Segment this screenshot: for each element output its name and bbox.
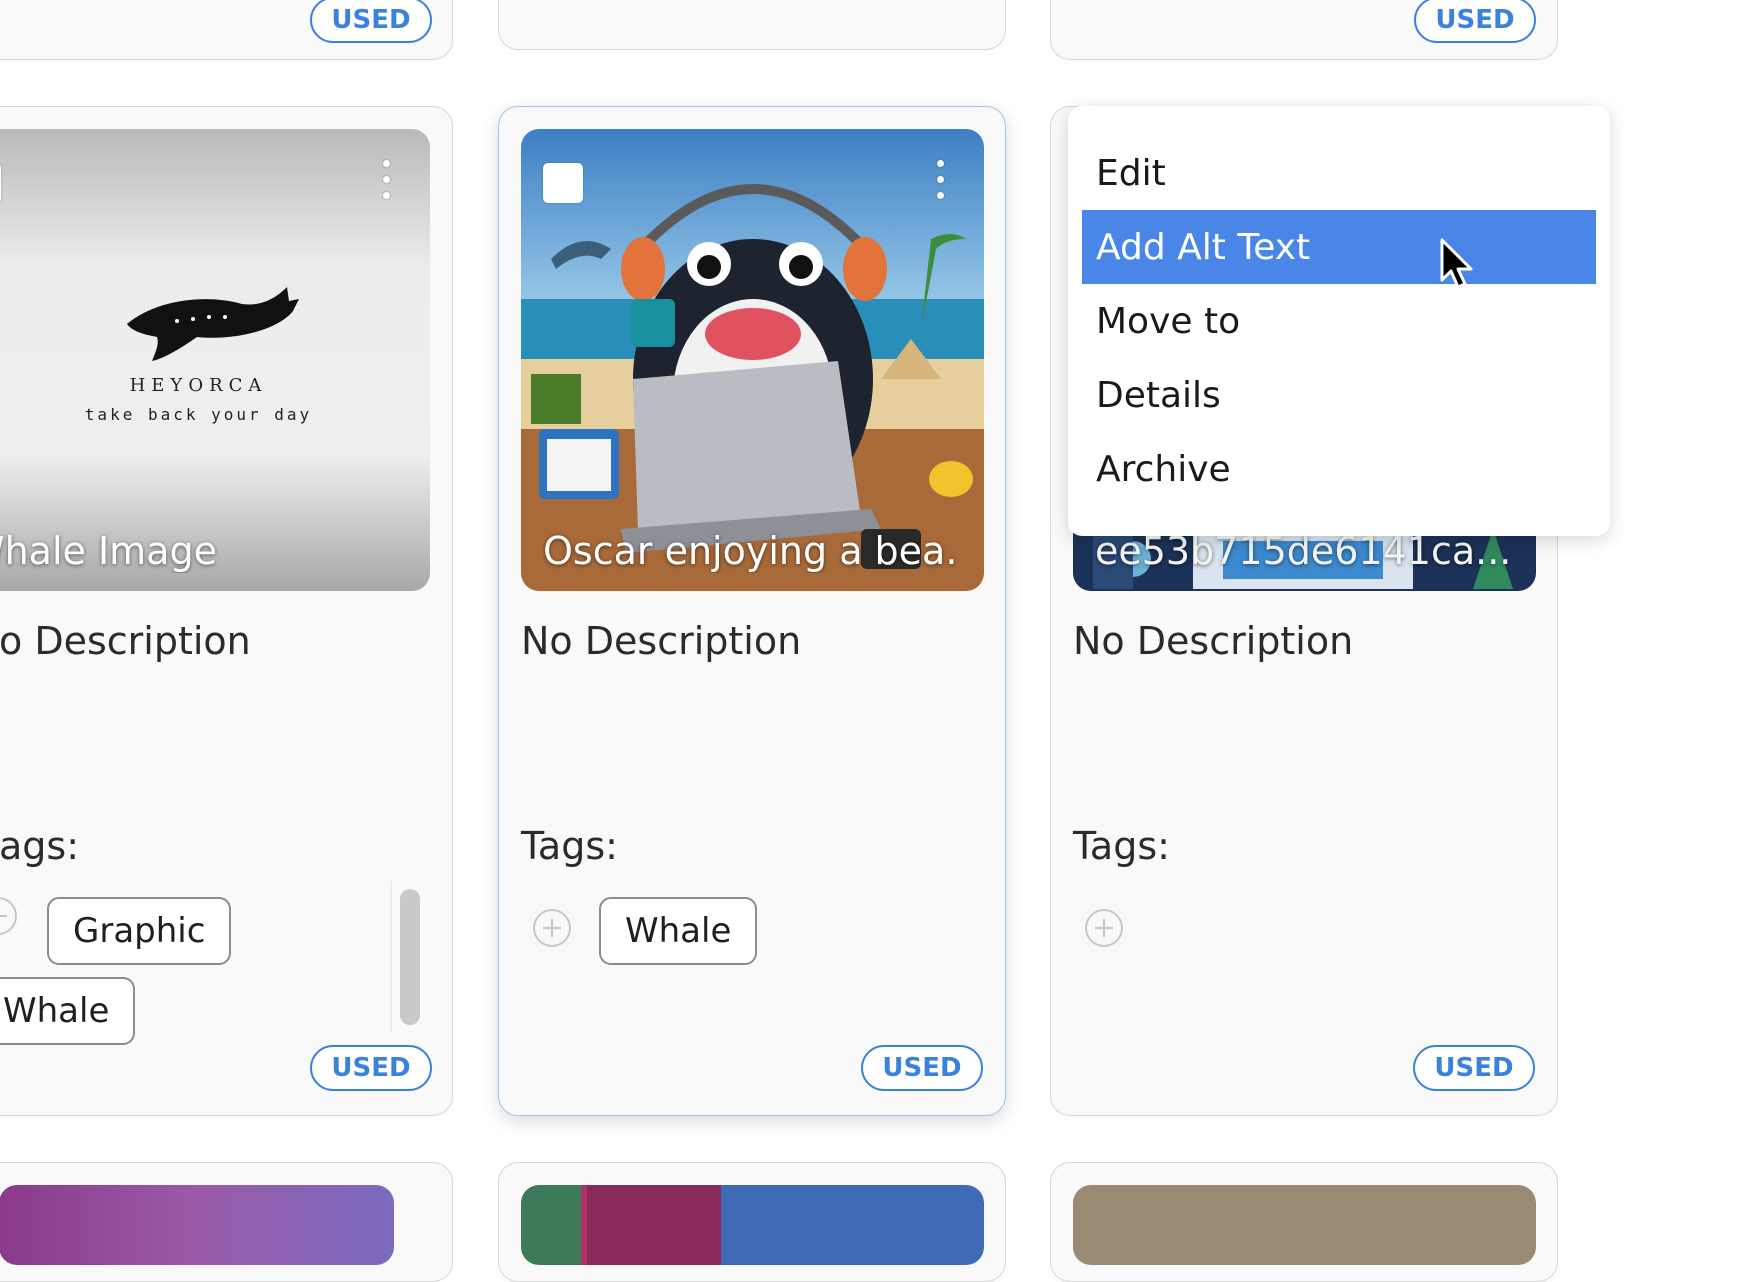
media-card-whale-image[interactable]: HEYORCA take back your day Whale Image o… bbox=[0, 106, 453, 1116]
menu-item-move-to[interactable]: Move to bbox=[1082, 284, 1596, 358]
menu-item-add-alt-text[interactable]: Add Alt Text bbox=[1082, 210, 1596, 284]
media-card-bottom-left[interactable] bbox=[0, 1162, 453, 1282]
tags-label: ags: bbox=[0, 824, 80, 868]
card-description: No Description bbox=[1073, 619, 1354, 663]
tags-scrollbar[interactable] bbox=[391, 881, 422, 1033]
tag-chip[interactable]: Whale bbox=[0, 977, 136, 1045]
tags-label: Tags: bbox=[1073, 824, 1170, 868]
media-thumbnail[interactable]: Oscar enjoying a bea... bbox=[521, 129, 984, 591]
media-card-top-right[interactable]: USED bbox=[1050, 0, 1558, 60]
card-description: o Description bbox=[0, 619, 251, 663]
media-card-bottom-right[interactable] bbox=[1050, 1162, 1558, 1282]
add-tag-icon[interactable] bbox=[1085, 909, 1123, 947]
tag-chip[interactable]: Whale bbox=[599, 897, 758, 965]
used-badge: USED bbox=[861, 1045, 983, 1091]
mouse-cursor-icon bbox=[1440, 238, 1473, 289]
media-thumbnail[interactable]: HEYORCA take back your day Whale Image bbox=[0, 129, 430, 591]
menu-item-archive[interactable]: Archive bbox=[1082, 432, 1596, 506]
used-badge: USED bbox=[1413, 1045, 1535, 1091]
scrollbar-thumb[interactable] bbox=[400, 889, 420, 1025]
tags-label: Tags: bbox=[521, 824, 618, 868]
more-options-icon[interactable] bbox=[932, 155, 948, 213]
oscar-illustration bbox=[521, 129, 984, 591]
card-description: No Description bbox=[521, 619, 802, 663]
used-badge: USED bbox=[310, 1045, 432, 1091]
logo-tagline: take back your day bbox=[84, 405, 313, 424]
add-tag-icon[interactable] bbox=[533, 909, 571, 947]
thumbnail-caption: Oscar enjoying a bea... bbox=[543, 529, 956, 573]
tag-chip[interactable]: Graphic bbox=[47, 897, 232, 965]
thumbnail-caption: Whale Image bbox=[0, 529, 217, 573]
whale-logo-image bbox=[0, 129, 430, 591]
more-options-icon[interactable] bbox=[378, 155, 394, 213]
logo-brand: HEYORCA bbox=[129, 375, 268, 396]
add-tag-icon[interactable] bbox=[0, 897, 17, 935]
menu-item-details[interactable]: Details bbox=[1082, 358, 1596, 432]
media-card-top-left[interactable]: USED bbox=[0, 0, 453, 60]
media-card-oscar[interactable]: Oscar enjoying a bea... No Description T… bbox=[498, 106, 1006, 1116]
media-card-bottom-middle[interactable] bbox=[498, 1162, 1006, 1282]
media-thumbnail[interactable] bbox=[521, 1185, 984, 1265]
context-menu: Edit Add Alt Text Move to Details Archiv… bbox=[1068, 106, 1610, 536]
used-badge: USED bbox=[1414, 0, 1536, 43]
media-thumbnail[interactable] bbox=[0, 1185, 394, 1265]
media-card-top-middle[interactable] bbox=[498, 0, 1006, 50]
media-thumbnail[interactable] bbox=[1073, 1185, 1536, 1265]
select-checkbox[interactable] bbox=[0, 163, 1, 203]
menu-item-edit[interactable]: Edit bbox=[1082, 136, 1596, 210]
select-checkbox[interactable] bbox=[543, 163, 583, 203]
used-badge: USED bbox=[310, 0, 432, 43]
